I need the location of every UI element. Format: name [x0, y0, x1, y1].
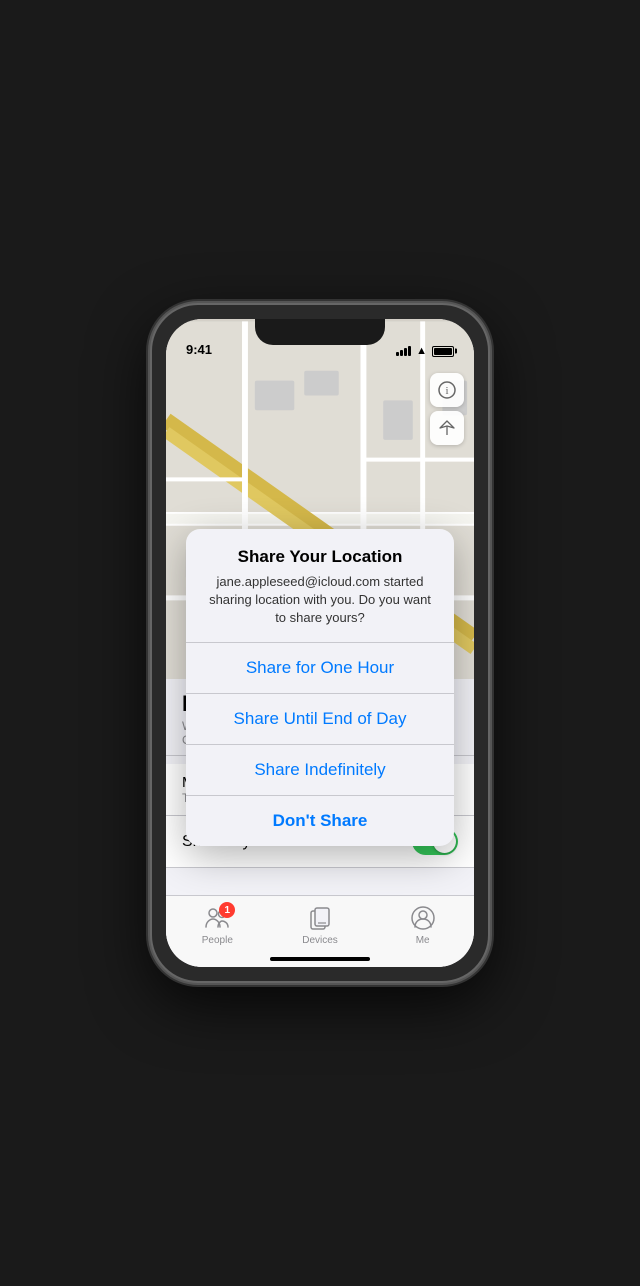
phone-frame: 9:41 ▲: [150, 303, 490, 983]
devices-tab-label: Devices: [302, 935, 338, 946]
svg-text:i: i: [445, 385, 448, 397]
volume-down-button[interactable]: [150, 450, 152, 506]
devices-tab-icon: [306, 904, 334, 932]
share-end-of-day-button[interactable]: Share Until End of Day: [186, 694, 454, 745]
people-tab-icon: 1: [203, 904, 231, 932]
signal-bar-3: [404, 348, 407, 356]
battery-fill: [434, 348, 452, 355]
tab-devices[interactable]: Devices: [269, 904, 372, 946]
tab-people[interactable]: 1 People: [166, 904, 269, 946]
signal-bars-icon: [396, 346, 411, 356]
signal-bar-2: [400, 350, 403, 356]
map-buttons: i: [430, 373, 464, 445]
home-indicator: [270, 957, 370, 961]
share-one-hour-button[interactable]: Share for One Hour: [186, 643, 454, 694]
power-button[interactable]: [488, 465, 490, 545]
notch: [255, 319, 385, 345]
people-tab-label: People: [202, 935, 233, 946]
alert-title: Share Your Location: [206, 547, 434, 567]
status-time: 9:41: [186, 342, 212, 357]
phone-screen: 9:41 ▲: [166, 319, 474, 967]
silent-switch[interactable]: [150, 518, 152, 574]
alert-header: Share Your Location jane.appleseed@iclou…: [186, 529, 454, 643]
wifi-icon: ▲: [416, 345, 427, 357]
tab-me[interactable]: Me: [371, 904, 474, 946]
status-icons: ▲: [396, 345, 454, 357]
volume-up-button[interactable]: [150, 405, 152, 437]
signal-bar-1: [396, 352, 399, 356]
info-button[interactable]: i: [430, 373, 464, 407]
alert-message: jane.appleseed@icloud.com started sharin…: [206, 573, 434, 628]
me-tab-label: Me: [416, 935, 430, 946]
people-badge: 1: [219, 902, 235, 918]
battery-icon: [432, 346, 454, 357]
alert-dialog: Share Your Location jane.appleseed@iclou…: [186, 529, 454, 846]
location-button[interactable]: [430, 411, 464, 445]
me-tab-icon: [409, 904, 437, 932]
dont-share-button[interactable]: Don't Share: [186, 796, 454, 846]
signal-bar-4: [408, 346, 411, 356]
share-indefinitely-button[interactable]: Share Indefinitely: [186, 745, 454, 796]
